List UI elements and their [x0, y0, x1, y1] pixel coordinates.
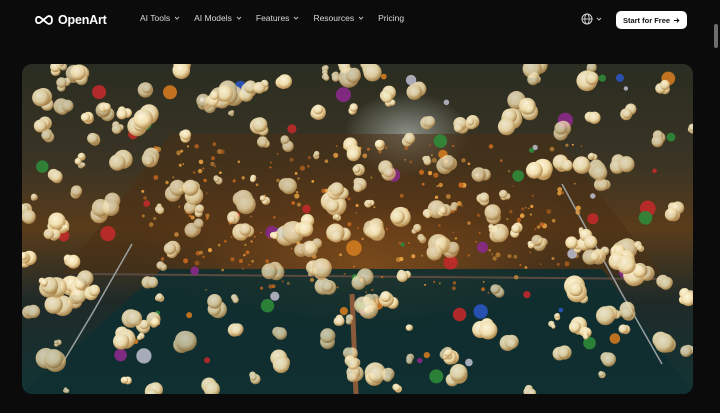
- page-scrollbar[interactable]: [714, 24, 718, 48]
- nav-item-pricing[interactable]: Pricing: [378, 13, 404, 23]
- language-selector[interactable]: [581, 13, 602, 25]
- nav-item-label: Resources: [313, 13, 355, 23]
- chevron-down-icon: [358, 16, 364, 20]
- hero-video[interactable]: [22, 64, 693, 394]
- nav-item-label: AI Models: [194, 13, 232, 23]
- chevron-down-icon: [294, 16, 299, 20]
- top-navigation: OpenArt AI Tools AI Models Features Reso…: [0, 0, 720, 40]
- nav-item-features[interactable]: Features: [256, 13, 300, 23]
- page: OpenArt AI Tools AI Models Features Reso…: [0, 0, 720, 413]
- openart-infinity-icon: [35, 15, 53, 25]
- nav-item-label: Pricing: [378, 13, 405, 23]
- main-nav: AI Tools AI Models Features Resources Pr…: [140, 13, 418, 23]
- chevron-down-icon: [174, 16, 180, 20]
- hero-popcorn-scene: [22, 64, 693, 394]
- arrow-right-icon: [673, 17, 680, 23]
- nav-item-ai-tools[interactable]: AI Tools: [140, 13, 180, 23]
- chevron-down-icon: [236, 16, 242, 20]
- openart-logo[interactable]: OpenArt: [34, 12, 107, 28]
- brand-name: OpenArt: [58, 13, 107, 27]
- nav-item-label: AI Tools: [140, 13, 171, 23]
- nav-item-label: Features: [255, 13, 290, 23]
- chevron-down-icon: [596, 17, 602, 21]
- nav-item-resources[interactable]: Resources: [313, 13, 364, 23]
- cta-label: Start for Free: [622, 15, 671, 25]
- nav-item-ai-models[interactable]: AI Models: [194, 13, 242, 23]
- globe-icon: [581, 13, 593, 25]
- start-for-free-button[interactable]: Start for Free: [616, 11, 687, 29]
